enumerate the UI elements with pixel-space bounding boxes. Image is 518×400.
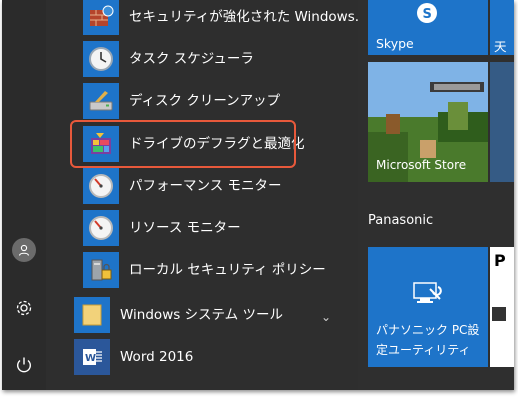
list-item[interactable]: W Word 2016 (46, 336, 358, 378)
svg-text:W: W (85, 353, 96, 364)
list-item-label: タスク スケジューラ (129, 51, 254, 67)
list-item-label: Word 2016 (120, 349, 194, 365)
list-item[interactable]: ディスク クリーンアップ (46, 80, 358, 122)
word-icon: W (74, 339, 110, 375)
tile-partial-top[interactable]: 天 (490, 0, 514, 55)
tile-group-label: Panasonic (368, 213, 434, 228)
user-account-button[interactable] (8, 234, 40, 266)
folder-icon (74, 297, 110, 333)
tile-logo-block (492, 307, 506, 321)
tile-panel: S Skype 天 Microsoft Store Panasonic パナソニ… (358, 0, 514, 390)
tile-panasonic-pc-settings[interactable]: パナソニック PC設 定ユーティリティ (368, 247, 488, 367)
svg-text:S: S (423, 7, 432, 22)
list-item[interactable]: パフォーマンス モニター (46, 165, 358, 207)
tile-partial-bottom[interactable]: P (490, 247, 514, 367)
chevron-down-icon[interactable]: ⌄ (321, 310, 331, 324)
disk-cleanup-icon (83, 83, 119, 119)
start-rail (2, 0, 46, 390)
list-item-label: セキュリティが強化された Windows... (129, 9, 368, 25)
list-item-folder[interactable]: Windows システム ツール ⌄ (46, 294, 358, 336)
selection-highlight (70, 120, 296, 168)
clock-icon (83, 41, 119, 77)
gauge-icon (83, 168, 119, 204)
start-menu: セキュリティが強化された Windows... タスク スケジューラ ディスク … (2, 0, 514, 390)
list-item-label: ローカル セキュリティ ポリシー (129, 262, 326, 278)
tile-label: Microsoft Store (376, 158, 467, 172)
app-list: セキュリティが強化された Windows... タスク スケジューラ ディスク … (46, 0, 368, 390)
pc-settings-icon (413, 282, 442, 303)
list-item-label: Windows システム ツール (120, 307, 283, 323)
tile-label-line2: 定ユーティリティ (376, 343, 471, 357)
list-item[interactable]: リソース モニター (46, 207, 358, 249)
list-item-label: ディスク クリーンアップ (129, 93, 281, 109)
tile-label-line1: パナソニック PC設 (376, 323, 480, 337)
tile-skype[interactable]: S Skype (368, 0, 488, 55)
gauge-icon (83, 210, 119, 246)
firewall-icon (83, 0, 119, 35)
tile-partial-middle[interactable] (490, 62, 514, 182)
tile-label: Skype (376, 36, 414, 51)
user-icon (12, 238, 36, 262)
power-icon (17, 357, 31, 373)
list-item-label: リソース モニター (129, 220, 241, 236)
tile-label: 天 (494, 39, 507, 54)
power-button[interactable] (8, 349, 40, 381)
list-item[interactable]: セキュリティが強化された Windows... (46, 0, 368, 38)
tile-microsoft-store[interactable]: Microsoft Store (368, 62, 488, 182)
list-item[interactable]: タスク スケジューラ (46, 38, 358, 80)
list-item-label: パフォーマンス モニター (129, 178, 282, 194)
gear-icon (16, 300, 32, 316)
list-item[interactable]: ローカル セキュリティ ポリシー (46, 249, 358, 291)
settings-button[interactable] (8, 292, 40, 324)
tile-label: P (494, 251, 506, 270)
security-policy-icon (83, 252, 119, 288)
skype-icon: S (417, 3, 437, 23)
